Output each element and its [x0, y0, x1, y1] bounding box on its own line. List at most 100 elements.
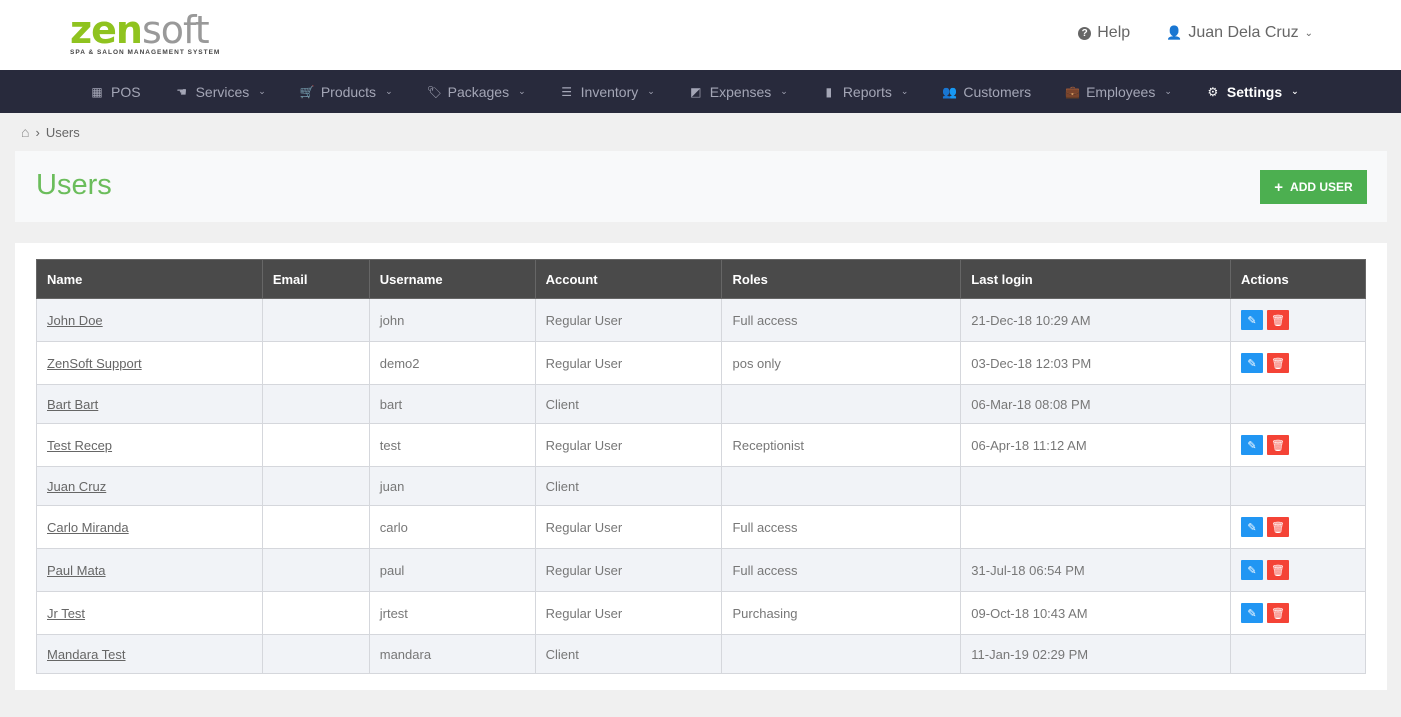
nav-label: Settings [1226, 83, 1283, 100]
nav-item-pos[interactable]: ▦ POS [90, 83, 141, 100]
breadcrumb-separator: › [35, 124, 40, 140]
cell-last-login: 11-Jan-19 02:29 PM [960, 634, 1232, 674]
cell-actions: ✎ 🗑 [1230, 341, 1366, 385]
delete-user-button[interactable]: 🗑 [1267, 353, 1290, 373]
cell-last-login [960, 466, 1232, 506]
cell-account: Regular User [534, 423, 723, 467]
users-icon: 👥 [942, 84, 958, 99]
cell-name: Bart Bart [36, 384, 263, 424]
cell-actions [1230, 466, 1366, 506]
table-row: ZenSoft Support demo2 Regular User pos only… [36, 341, 1366, 385]
top-header: zensoft SPA & SALON MANAGEMENT SYSTEM ? … [0, 0, 1401, 70]
row-actions: ✎ 🗑 [1241, 353, 1290, 373]
chevron-down-icon: ⌄ [518, 86, 526, 96]
column-header-actions: Actions [1230, 259, 1366, 299]
nav-item-inventory[interactable]: ☰ Inventory ⌄ [560, 84, 655, 100]
edit-user-button[interactable]: ✎ [1241, 603, 1264, 623]
nav-label: Services [195, 83, 250, 100]
chevron-down-icon: ⌄ [900, 86, 909, 96]
nav-item-expenses[interactable]: ◩ Expenses ⌄ [689, 84, 788, 100]
nav-label: Inventory [580, 83, 639, 100]
nav-item-employees[interactable]: 💼 Employees ⌄ [1065, 84, 1172, 100]
user-name-link[interactable]: Jr Test [47, 606, 85, 621]
table-body: John Doe john Regular User Full access 21-De… [36, 298, 1366, 674]
user-name-link[interactable]: Bart Bart [47, 397, 98, 412]
delete-user-button[interactable]: 🗑 [1267, 603, 1290, 623]
nav-item-customers[interactable]: 👥 Customers [942, 84, 1031, 100]
user-name-link[interactable]: Paul Mata [47, 563, 106, 578]
edit-user-button[interactable]: ✎ [1241, 353, 1264, 373]
cell-name: Test Recep [36, 423, 263, 467]
cell-roles [721, 634, 962, 674]
gear-icon: ⚙ [1207, 84, 1219, 99]
edit-user-button[interactable]: ✎ [1241, 560, 1264, 580]
tags-icon: 🏷 [426, 84, 442, 99]
cell-roles: Full access [721, 298, 962, 342]
users-table-panel: Name Email Username Account Roles Last login A… [15, 243, 1387, 690]
nav-label: Products [320, 83, 377, 100]
breadcrumb: ⌂ › Users [0, 113, 1401, 151]
delete-user-button[interactable]: 🗑 [1267, 560, 1290, 580]
chevron-down-icon: ⌄ [385, 86, 393, 96]
logo-soft: soft [141, 8, 210, 52]
nav-item-settings[interactable]: ⚙ Settings ⌄ [1206, 84, 1299, 100]
user-name-link[interactable]: John Doe [47, 313, 103, 328]
add-user-button[interactable]: + ADD USER [1260, 170, 1367, 204]
cell-last-login: 09-Oct-18 10:43 AM [960, 591, 1232, 635]
row-actions: ✎ 🗑 [1241, 310, 1290, 330]
cell-last-login: 31-Jul-18 06:54 PM [960, 548, 1232, 592]
money-icon: ◩ [690, 84, 702, 99]
cell-name: John Doe [36, 298, 263, 342]
cell-email [261, 591, 370, 635]
table-row: Test Recep test Regular User Receptionist 06… [36, 423, 1366, 467]
edit-user-button[interactable]: ✎ [1241, 310, 1264, 330]
cell-name: Mandara Test [36, 634, 263, 674]
cell-username: carlo [368, 505, 536, 549]
chevron-down-icon: ⌄ [780, 86, 788, 96]
help-link[interactable]: ? Help [1078, 24, 1130, 42]
user-name-link[interactable]: Mandara Test [47, 647, 126, 662]
nav-item-products[interactable]: 🛒 Products ⌄ [300, 84, 393, 100]
delete-user-button[interactable]: 🗑 [1267, 310, 1290, 330]
cell-actions: ✎ 🗑 [1230, 505, 1366, 549]
cell-roles [721, 384, 962, 424]
user-name-link[interactable]: Juan Cruz [47, 479, 106, 494]
delete-user-button[interactable]: 🗑 [1267, 435, 1290, 455]
briefcase-icon: 💼 [1065, 84, 1081, 99]
cell-last-login: 06-Apr-18 11:12 AM [960, 423, 1232, 467]
cell-email [261, 298, 370, 342]
logo-tagline: SPA & SALON MANAGEMENT SYSTEM [70, 49, 221, 56]
chevron-down-icon: ⌄ [647, 86, 655, 96]
home-icon[interactable]: ⌂ [21, 124, 29, 140]
cell-actions: ✎ 🗑 [1230, 591, 1366, 635]
nav-item-reports[interactable]: ▮ Reports ⌄ [822, 84, 909, 100]
cell-roles: Purchasing [721, 591, 962, 635]
cell-roles: Full access [721, 548, 962, 592]
user-name-link[interactable]: ZenSoft Support [47, 356, 142, 371]
user-name: Juan Dela Cruz [1188, 24, 1299, 41]
title-panel: Users + ADD USER [15, 151, 1387, 222]
table-header-row: Name Email Username Account Roles Last login A… [36, 259, 1366, 299]
cell-account: Regular User [534, 591, 723, 635]
nav-item-services[interactable]: ☚ Services ⌄ [175, 84, 266, 100]
column-header-email: Email [261, 259, 370, 299]
zensoft-logo[interactable]: zensoft SPA & SALON MANAGEMENT SYSTEM [70, 10, 220, 62]
edit-user-button[interactable]: ✎ [1241, 517, 1264, 537]
edit-user-button[interactable]: ✎ [1241, 435, 1264, 455]
table-row: Paul Mata paul Regular User Full access 31-J… [36, 548, 1366, 592]
user-name-link[interactable]: Carlo Miranda [47, 520, 129, 535]
cell-name: Carlo Miranda [36, 505, 263, 549]
cell-last-login [960, 505, 1232, 549]
cell-email [261, 423, 370, 467]
delete-user-button[interactable]: 🗑 [1267, 517, 1290, 537]
row-actions: ✎ 🗑 [1241, 517, 1290, 537]
bar-chart-icon: ▮ [825, 84, 833, 99]
breadcrumb-current: Users [45, 124, 80, 140]
nav-item-packages[interactable]: 🏷 Packages ⌄ [427, 84, 526, 100]
table-row: Bart Bart bart Client 06-Mar-18 08:08 PM [36, 384, 1366, 424]
chevron-down-icon: ⌄ [1291, 86, 1299, 96]
user-menu[interactable]: 👤 Juan Dela Cruz ⌄ [1166, 24, 1313, 42]
cell-account: Regular User [534, 548, 723, 592]
nav-label: POS [111, 83, 141, 100]
user-name-link[interactable]: Test Recep [47, 438, 112, 453]
